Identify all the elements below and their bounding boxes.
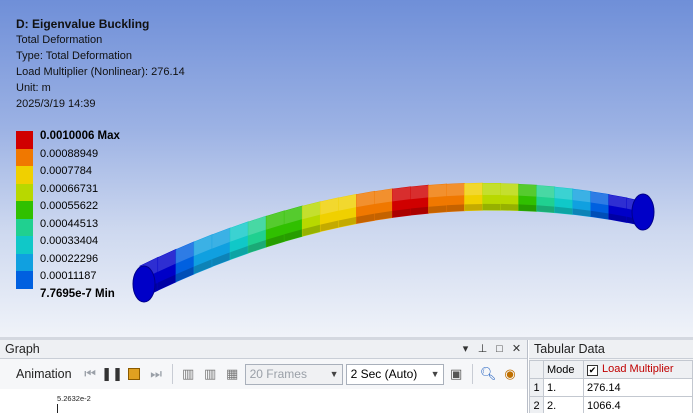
deformed-beam[interactable] — [0, 0, 693, 337]
pause-button[interactable]: ❚❚ — [101, 364, 123, 384]
graph-header: Graph ▾ ⊥ □ ✕ — [0, 340, 527, 359]
table-row[interactable]: 2 2. 1066.4 — [529, 396, 693, 413]
load-multiplier-column-header[interactable]: ✔ Load Multiplier — [583, 360, 693, 379]
beam-end-cap — [631, 193, 655, 231]
beam-shadow — [482, 203, 501, 211]
export-video-button[interactable]: ▣ — [447, 364, 466, 384]
animation-label: Animation — [16, 367, 72, 381]
duration-dropdown[interactable]: 2 Sec (Auto) ▼ — [345, 363, 444, 385]
graph-panel: Graph ▾ ⊥ □ ✕ Animation ⏮ ❚❚ ⏭ ▥ ▥ ▦ 20 … — [0, 340, 528, 413]
stop-icon — [128, 368, 141, 380]
row-index: 2 — [529, 396, 544, 413]
duration-value: 2 Sec (Auto) — [350, 367, 418, 381]
y-axis-tick-label: 5.2632e-2 — [57, 394, 91, 403]
beam-highlight — [464, 183, 483, 196]
stop-button[interactable] — [125, 364, 144, 384]
animation-toolbar: Animation ⏮ ❚❚ ⏭ ▥ ▥ ▦ 20 Frames ▼ 2 Sec… — [0, 359, 527, 389]
fit-icon[interactable]: ◉ — [501, 364, 520, 384]
beam-highlight — [392, 186, 411, 202]
beam-highlight — [446, 183, 465, 197]
y-axis-line — [57, 404, 58, 413]
result-sets-button[interactable]: ▥ — [201, 364, 220, 384]
mode-cell: 1. — [543, 378, 584, 397]
tabular-header: Tabular Data — [529, 340, 693, 359]
beam-highlight — [536, 185, 555, 199]
graph-title: Graph — [5, 342, 40, 356]
previous-frame-button[interactable]: ⏮ — [81, 364, 100, 384]
beam-shadow — [500, 203, 519, 211]
beam-segments — [132, 182, 655, 303]
distributed-frames-button[interactable]: ▥ — [179, 364, 198, 384]
beam-highlight — [482, 183, 501, 196]
3d-viewport[interactable]: D: Eigenvalue Buckling Total Deformation… — [0, 0, 693, 337]
table-header-row: Mode ✔ Load Multiplier — [529, 360, 693, 379]
mode-cell: 2. — [543, 396, 584, 413]
beam-shadow — [428, 205, 447, 214]
beam-highlight — [554, 187, 573, 201]
beam-end-cap — [132, 265, 156, 303]
frames-dropdown[interactable]: 20 Frames ▼ — [244, 363, 343, 385]
tabular-data-panel: Tabular Data Mode ✔ Load Multiplier 1 1. … — [529, 340, 693, 413]
checkbox-icon[interactable]: ✔ — [587, 365, 598, 376]
tabular-title: Tabular Data — [534, 342, 605, 356]
beam-shadow — [464, 203, 483, 211]
beam-highlight — [500, 183, 519, 196]
corner-cell[interactable] — [529, 360, 544, 379]
frames-value: 20 Frames — [249, 367, 307, 381]
load-multiplier-cell: 1066.4 — [583, 396, 693, 413]
maximize-icon[interactable]: □ — [493, 342, 506, 356]
dropdown-arrow-icon[interactable]: ▾ — [459, 342, 472, 356]
tabular-table: Mode ✔ Load Multiplier 1 1. 276.14 2 2. 1… — [529, 360, 693, 413]
next-frame-button[interactable]: ⏭ — [147, 364, 166, 384]
pin-icon[interactable]: ⊥ — [476, 342, 489, 356]
beam-highlight — [572, 189, 591, 203]
graph-plot-area[interactable]: 5.2632e-2 — [0, 389, 527, 413]
table-row[interactable]: 1 1. 276.14 — [529, 378, 693, 397]
row-index: 1 — [529, 378, 544, 397]
load-multiplier-cell: 276.14 — [583, 378, 693, 397]
chevron-down-icon: ▼ — [430, 368, 440, 379]
mode-column-header[interactable]: Mode — [543, 360, 584, 379]
close-icon[interactable]: ✕ — [510, 342, 523, 356]
zoom-icon[interactable]: 🔍︎ — [479, 364, 498, 384]
timeline-button[interactable]: ▦ — [223, 364, 242, 384]
chevron-down-icon: ▼ — [329, 368, 339, 379]
beam-shadow — [518, 204, 537, 212]
beam-highlight — [518, 184, 537, 197]
beam-highlight — [428, 184, 447, 198]
beam-highlight — [410, 185, 429, 200]
beam-shadow — [446, 204, 465, 212]
